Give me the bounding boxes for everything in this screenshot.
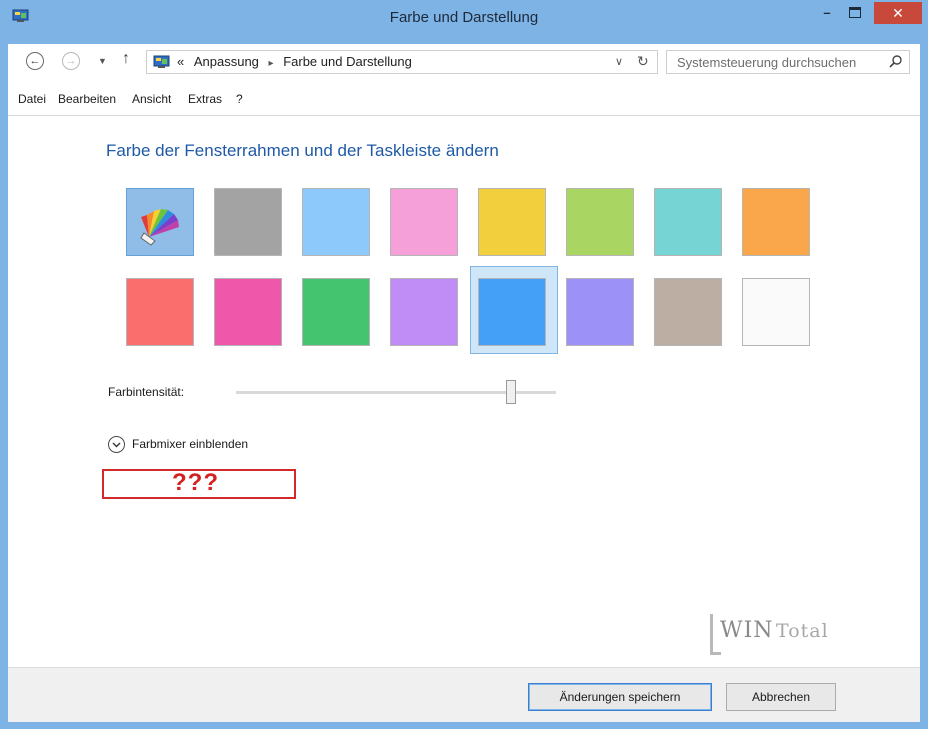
menu-item-ansicht[interactable]: Ansicht [132,92,171,106]
color-swatch[interactable] [654,278,722,346]
annotation-text: ??? [172,469,219,496]
menu-item-extras[interactable]: Extras [188,92,222,106]
color-swatch[interactable] [566,278,634,346]
color-swatch[interactable] [390,188,458,256]
watermark-logo: WIN Total [710,612,856,656]
refresh-button[interactable]: ↻ [637,53,649,70]
expand-mixer-button[interactable] [108,436,125,453]
color-swatch[interactable] [654,188,722,256]
address-box[interactable]: « Anpassung ▸ Farbe und Darstellung ∨ ↻ [146,50,658,74]
page-title: Farbe der Fensterrahmen und der Taskleis… [106,141,499,160]
mixer-toggle-label[interactable]: Farbmixer einblenden [132,437,248,451]
color-swatch[interactable] [214,278,282,346]
maximize-icon [849,6,861,18]
window-title: Farbe und Darstellung [389,9,539,26]
color-swatch[interactable] [214,188,282,256]
breadcrumb: « Anpassung ▸ Farbe und Darstellung [177,54,412,69]
recent-locations-dropdown[interactable]: ▼ [98,56,107,66]
main-content: Farbe der Fensterrahmen und der Taskleis… [8,116,920,667]
save-button[interactable]: Änderungen speichern [528,683,712,711]
breadcrumb-overflow[interactable]: « [177,54,184,69]
menu-bar: Datei Bearbeiten Ansicht Extras ? [8,82,920,116]
color-swatch[interactable] [478,188,546,256]
window: Farbe und Darstellung – ✕ ← → ▼ ↑ « Anpa… [0,0,928,729]
close-button[interactable]: ✕ [874,2,922,24]
color-swatch[interactable] [742,278,810,346]
minimize-button[interactable]: – [814,0,840,24]
control-panel-icon [153,55,170,68]
title-bar: Farbe und Darstellung – ✕ [0,0,928,38]
swatch-automatic[interactable] [126,188,194,256]
address-history-dropdown[interactable]: ∨ [615,55,623,68]
breadcrumb-item-anpassung[interactable]: Anpassung [194,54,259,69]
search-placeholder: Systemsteuerung durchsuchen [677,55,857,70]
menu-item-bearbeiten[interactable]: Bearbeiten [58,92,116,106]
search-input[interactable]: Systemsteuerung durchsuchen [666,50,910,74]
back-button[interactable]: ← [26,52,44,70]
intensity-label: Farbintensität: [108,385,185,399]
watermark-part2: Total [776,620,829,642]
maximize-button[interactable] [842,0,868,24]
navigation-bar: ← → ▼ ↑ « Anpassung ▸ Farbe und Darstell… [8,44,920,82]
color-swatch[interactable] [390,278,458,346]
color-swatch[interactable] [302,188,370,256]
color-swatch[interactable] [742,188,810,256]
up-button[interactable]: ↑ [122,50,130,68]
menu-item-datei[interactable]: Datei [18,92,46,106]
annotation-box: ??? [102,469,296,499]
chevron-down-icon [112,442,121,447]
watermark-part1: WIN [720,618,774,643]
menu-item-help[interactable]: ? [236,92,243,106]
color-swatch[interactable] [302,278,370,346]
color-swatch[interactable] [566,188,634,256]
rainbow-fan-icon [140,209,179,246]
breadcrumb-item-farbe[interactable]: Farbe und Darstellung [283,54,412,69]
forward-button[interactable]: → [62,52,80,70]
footer: Änderungen speichern Abbrechen [8,667,920,722]
search-icon[interactable] [889,54,903,68]
color-swatch[interactable] [126,278,194,346]
intensity-slider-thumb[interactable] [506,380,517,404]
color-swatch[interactable] [478,278,546,346]
cancel-button[interactable]: Abbrechen [726,683,836,711]
breadcrumb-separator[interactable]: ▸ [269,58,274,69]
